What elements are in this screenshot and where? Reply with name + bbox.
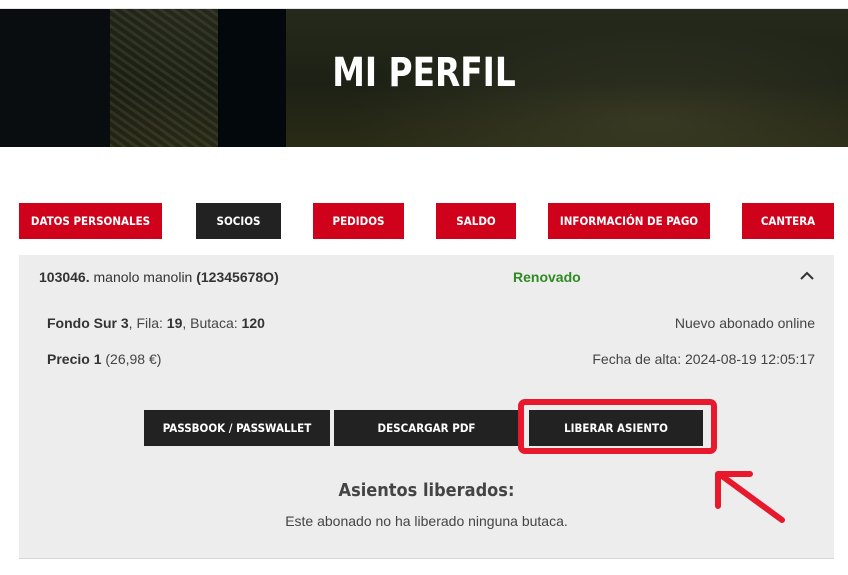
- price-value: (26,98 €): [105, 351, 162, 367]
- subscription-type: Nuevo abonado online: [674, 315, 815, 331]
- highlight-box: [518, 399, 717, 454]
- top-strip: [0, 0, 848, 9]
- hero-banner: MI PERFIL: [0, 9, 848, 147]
- price-name: Precio 1: [47, 351, 102, 367]
- seat-label: , Butaca:: [182, 315, 242, 331]
- member-id: (12345678O): [196, 269, 279, 285]
- tab-datos-personales[interactable]: DATOS PERSONALES: [19, 203, 162, 239]
- row-label: , Fila:: [128, 315, 167, 331]
- tab-cantera[interactable]: CANTERA: [742, 203, 834, 239]
- seat-zone: Fondo Sur 3: [47, 315, 129, 331]
- member-name: manolo manolin: [93, 269, 193, 285]
- passbook-button[interactable]: PASSBOOK / PASSWALLET: [144, 410, 330, 446]
- status-badge: Renovado: [513, 269, 581, 285]
- row-value: 19: [166, 315, 183, 331]
- seat-value: 120: [241, 315, 265, 331]
- arrow-icon: [715, 471, 785, 523]
- seat-info: Fondo Sur 3, Fila: 19, Butaca: 120: [47, 315, 265, 331]
- chevron-up-icon[interactable]: [797, 266, 817, 286]
- page-title: MI PERFIL: [332, 50, 516, 96]
- price-info: Precio 1 (26,98 €): [47, 351, 161, 367]
- tab-pedidos[interactable]: PEDIDOS: [313, 203, 404, 239]
- tab-saldo[interactable]: SALDO: [436, 203, 516, 239]
- download-pdf-button[interactable]: DESCARGAR PDF: [334, 410, 519, 446]
- tab-socios[interactable]: SOCIOS: [196, 203, 281, 239]
- member-header[interactable]: 103046. manolo manolin (12345678O): [39, 269, 279, 285]
- tab-informacion-de-pago[interactable]: INFORMACIÓN DE PAGO: [548, 203, 710, 239]
- signup-date: Fecha de alta: 2024-08-19 12:05:17: [592, 351, 815, 367]
- member-number: 103046.: [39, 269, 90, 285]
- profile-tabs: DATOS PERSONALES SOCIOS PEDIDOS SALDO IN…: [0, 203, 848, 239]
- released-seats-title: Asientos liberados:: [338, 480, 515, 501]
